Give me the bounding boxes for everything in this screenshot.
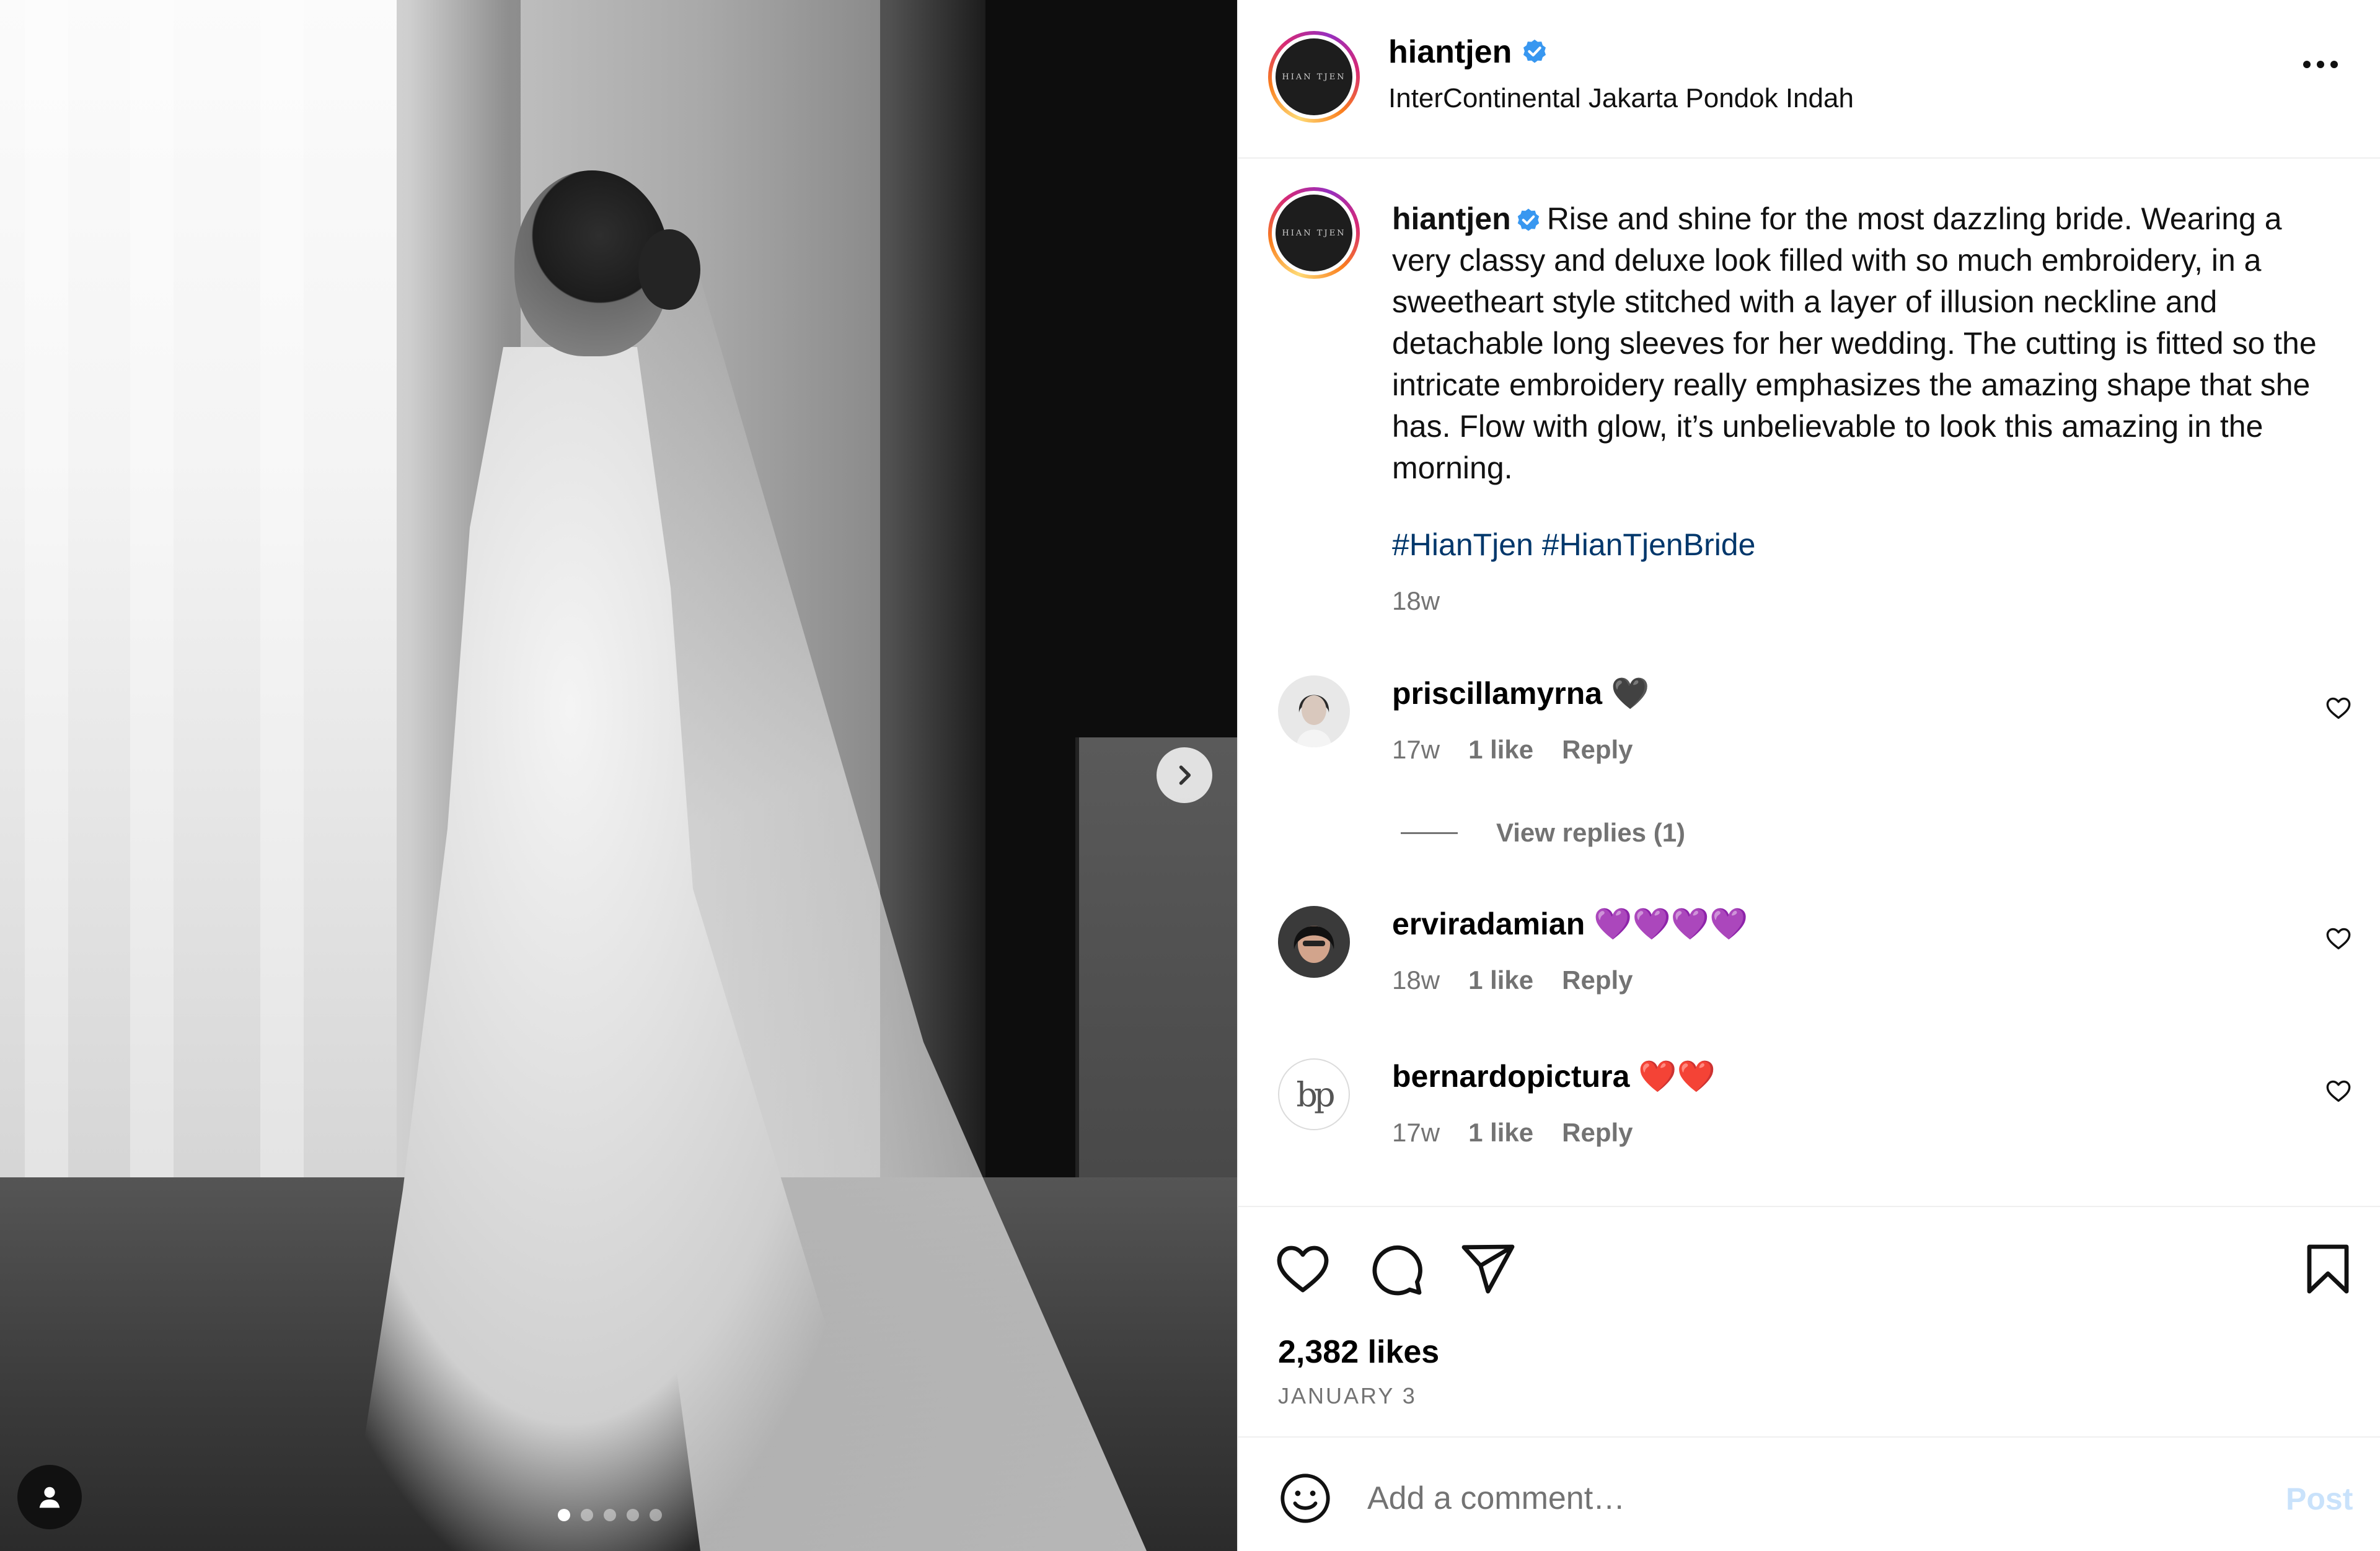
caption-hashtags[interactable]: #HianTjen #HianTjenBride	[1392, 527, 1755, 563]
likes-count[interactable]: 2,382 likes	[1278, 1334, 1439, 1371]
carousel-dot	[650, 1509, 662, 1521]
commenter-avatar[interactable]	[1278, 906, 1350, 978]
avatar-logo: HIAN TJEN	[1282, 228, 1346, 238]
replies-line	[1401, 832, 1458, 834]
author-name-row: hiantjen	[1388, 33, 1549, 71]
author-username[interactable]: hiantjen	[1388, 33, 1512, 71]
heart-icon[interactable]	[1273, 1239, 1333, 1299]
photo-curtain	[130, 0, 174, 1208]
caption-body: Rise and shine for the most dazzling bri…	[1392, 201, 2317, 485]
comment-heart-icon[interactable]	[2324, 1077, 2353, 1105]
user-tag-icon	[39, 1487, 60, 1508]
more-options-icon[interactable]	[2303, 61, 2338, 68]
post-comment-button[interactable]: Post	[2286, 1481, 2353, 1517]
comment-meta: 18w 1 like Reply	[1392, 965, 1633, 995]
view-replies-label: View replies (1)	[1496, 818, 1686, 847]
photo-curtain	[25, 0, 68, 1208]
comment-username[interactable]: priscillamyrna	[1392, 676, 1602, 711]
commenter-avatar[interactable]: bp	[1278, 1058, 1350, 1130]
commenter-avatar-logo: bp	[1296, 1074, 1335, 1114]
comment-line: erviradamian 💜💜💜💜	[1392, 906, 1748, 942]
comment-heart-icon[interactable]	[2324, 694, 2353, 723]
comment-reply-button[interactable]: Reply	[1562, 965, 1633, 995]
view-replies-button[interactable]: View replies (1)	[1401, 818, 1685, 848]
post-location[interactable]: InterContinental Jakarta Pondok Indah	[1388, 83, 1854, 114]
comment-meta: 17w 1 like Reply	[1392, 735, 1633, 765]
carousel-next-button[interactable]	[1157, 747, 1212, 803]
comment-heart-icon[interactable]	[2324, 925, 2353, 953]
carousel-dot	[558, 1509, 570, 1521]
post-header: HIAN TJEN hiantjen InterContinental Jaka…	[1238, 0, 2380, 159]
comment-time[interactable]: 17w	[1392, 1118, 1440, 1148]
comment-reply-button[interactable]: Reply	[1562, 735, 1633, 765]
post-side-panel: HIAN TJEN hiantjen InterContinental Jaka…	[1237, 0, 2380, 1551]
post-actions: 2,382 likes JANUARY 3	[1238, 1206, 2380, 1436]
post-date: JANUARY 3	[1278, 1383, 1417, 1408]
user-tag-button[interactable]	[17, 1465, 82, 1529]
comment-username[interactable]: bernardopictura	[1392, 1059, 1629, 1094]
verified-badge-icon	[1517, 208, 1539, 231]
comment-line: bernardopictura ❤️❤️	[1392, 1058, 1716, 1095]
comment-username[interactable]: erviradamian	[1392, 907, 1585, 941]
carousel-dot	[581, 1509, 593, 1521]
commenter-avatar[interactable]	[1278, 675, 1350, 747]
comment-time[interactable]: 18w	[1392, 965, 1440, 995]
post-caption: hiantjen Rise and shine for the most daz…	[1392, 198, 2334, 489]
carousel-dot	[604, 1509, 616, 1521]
emoji-icon[interactable]	[1278, 1471, 1333, 1526]
chevron-right-icon	[1179, 765, 1191, 785]
comment-input[interactable]	[1367, 1474, 2173, 1523]
comment-likes[interactable]: 1 like	[1468, 735, 1533, 765]
caption-author-avatar[interactable]: HIAN TJEN	[1268, 187, 1360, 279]
add-comment-bar: Post	[1238, 1436, 2380, 1551]
comment-time[interactable]: 17w	[1392, 735, 1440, 765]
comment-line: priscillamyrna 🖤	[1392, 675, 1649, 712]
comment-icon[interactable]	[1366, 1239, 1426, 1299]
photo-hair-bun	[638, 229, 700, 310]
post-photo[interactable]	[0, 0, 1237, 1551]
comment-meta: 17w 1 like Reply	[1392, 1118, 1633, 1148]
verified-badge-icon	[1523, 39, 1546, 63]
share-icon[interactable]	[1458, 1239, 1517, 1299]
comment-text: ❤️❤️	[1638, 1059, 1716, 1094]
comment-text: 🖤	[1610, 676, 1650, 711]
avatar-logo: HIAN TJEN	[1282, 72, 1346, 82]
caption-username[interactable]: hiantjen	[1392, 201, 1511, 236]
photo-curtain	[260, 0, 304, 1208]
comment-likes[interactable]: 1 like	[1468, 1118, 1533, 1148]
caption-timestamp[interactable]: 18w	[1392, 586, 1440, 616]
comment-text: 💜💜💜💜	[1593, 907, 1748, 941]
bookmark-icon[interactable]	[2298, 1239, 2358, 1299]
comment-likes[interactable]: 1 like	[1468, 965, 1533, 995]
comment-reply-button[interactable]: Reply	[1562, 1118, 1633, 1148]
author-avatar[interactable]: HIAN TJEN	[1268, 31, 1360, 123]
carousel-indicator	[558, 1509, 662, 1521]
carousel-dot	[627, 1509, 639, 1521]
